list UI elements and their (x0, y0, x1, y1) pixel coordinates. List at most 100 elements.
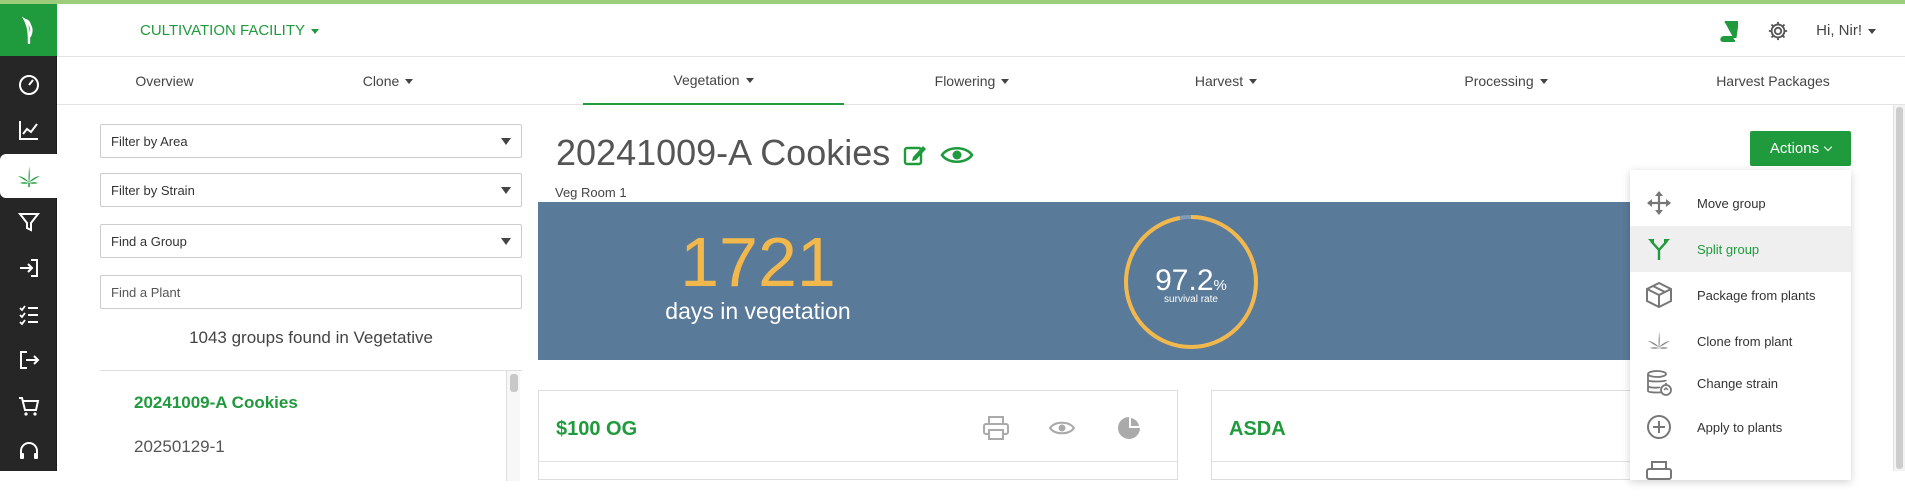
tab-overview[interactable]: Overview (57, 57, 272, 105)
split-icon (1644, 234, 1674, 264)
group-list-scrollbar[interactable] (506, 371, 520, 481)
page-scrollbar[interactable] (1893, 105, 1905, 471)
tab-harvest[interactable]: Harvest (1133, 57, 1319, 105)
edit-button[interactable] (902, 142, 928, 168)
survival-rate-label: survival rate (1164, 294, 1218, 305)
menu-item-move-group[interactable]: Move group (1630, 180, 1851, 226)
tab-label: Processing (1464, 73, 1534, 89)
tab-vegetation[interactable]: Vegetation (583, 57, 844, 105)
survival-number: 97.2 (1155, 264, 1214, 297)
checklist-icon (18, 305, 38, 326)
nav-transfers-out[interactable] (0, 338, 57, 382)
filter-area-select[interactable]: Filter by Area (100, 124, 522, 158)
printer-icon (1644, 458, 1674, 488)
page-title: 20241009-A Cookies (556, 132, 891, 173)
pie-chart-icon (1118, 416, 1141, 439)
survival-unit: % (1213, 277, 1227, 294)
page-scroll-thumb[interactable] (1896, 107, 1903, 469)
menu-item-more[interactable] (1630, 450, 1851, 496)
book-icon (1720, 20, 1739, 42)
menu-item-label: Split group (1697, 241, 1760, 257)
nav-reports[interactable] (0, 108, 57, 152)
group-list: 20241009-A Cookies 20250129-1 (100, 370, 522, 481)
card-chart-button[interactable] (1114, 413, 1144, 443)
scroll-thumb[interactable] (510, 374, 518, 392)
menu-item-clone-from-plant[interactable]: Clone from plant (1630, 318, 1851, 364)
cannabis-leaf-icon (1644, 326, 1674, 356)
cart-icon (18, 397, 39, 416)
title-actions (902, 142, 974, 168)
menu-item-split-group[interactable]: Split group (1630, 226, 1851, 272)
filter-strain-select[interactable]: Filter by Strain (100, 173, 522, 207)
funnel-icon (17, 213, 40, 232)
chevron-down-icon (1249, 78, 1258, 84)
nav-tasks[interactable] (0, 292, 57, 336)
sprout-logo-icon (21, 16, 33, 44)
print-button[interactable] (981, 413, 1011, 443)
select-value: Find a Group (111, 233, 187, 249)
list-item[interactable]: 20241009-A Cookies (134, 393, 298, 413)
tab-processing[interactable]: Processing (1393, 57, 1619, 105)
card-divider (539, 461, 1177, 462)
nav-dashboard[interactable] (0, 62, 57, 106)
package-icon (1644, 280, 1674, 310)
line-chart-icon (18, 121, 38, 140)
menu-item-apply-to-plants[interactable]: Apply to plants (1630, 404, 1851, 450)
nav-transfers-in[interactable] (0, 246, 57, 290)
icon-rail (0, 4, 57, 471)
tab-label: Harvest Packages (1716, 73, 1830, 89)
plus-circle-icon (1644, 412, 1674, 442)
input-placeholder: Find a Plant (111, 284, 181, 300)
menu-item-change-strain[interactable]: Change strain (1630, 360, 1851, 406)
settings-button[interactable] (1766, 19, 1790, 43)
strain-card: $100 OG (538, 390, 1178, 480)
gear-icon (1769, 21, 1788, 40)
database-icon (1644, 368, 1674, 398)
facility-label: CULTIVATION FACILITY (140, 22, 306, 39)
days-in-vegetation-label: days in vegetation (665, 298, 851, 324)
dropdown-arrow-icon (501, 187, 511, 194)
headset-icon (19, 442, 38, 459)
app-logo[interactable] (0, 4, 57, 56)
tab-harvest-packages[interactable]: Harvest Packages (1663, 57, 1883, 105)
facility-selector[interactable]: CULTIVATION FACILITY (140, 22, 320, 39)
days-in-vegetation-value: 1721 (680, 223, 836, 301)
watch-button[interactable] (940, 144, 974, 166)
user-menu[interactable]: Hi, Nir! (1816, 22, 1876, 39)
list-item[interactable]: 20250129-1 (134, 437, 225, 457)
nav-processing[interactable] (0, 200, 57, 244)
actions-dropdown-menu: Move group Split group Package from plan… (1630, 170, 1851, 480)
section-tabs: Overview Clone Vegetation Flowering Harv… (57, 57, 1905, 105)
menu-item-label: Package from plants (1697, 287, 1816, 303)
tab-flowering[interactable]: Flowering (869, 57, 1075, 105)
actions-button-label: Actions (1769, 140, 1820, 157)
actions-button[interactable]: Actions (1750, 131, 1851, 166)
menu-item-label: Move group (1697, 195, 1766, 211)
card-title: $100 OG (556, 418, 638, 440)
chevron-down-icon (745, 77, 754, 83)
nav-support[interactable] (0, 430, 57, 474)
chevron-down-icon (311, 28, 320, 34)
menu-item-package-from-plants[interactable]: Package from plants (1630, 272, 1851, 318)
select-value: Filter by Area (111, 133, 188, 149)
chevron-down-icon (405, 78, 414, 84)
speedometer-icon (18, 75, 39, 95)
chevron-down-icon (1823, 142, 1833, 151)
tab-label: Clone (362, 73, 400, 89)
find-plant-input[interactable]: Find a Plant (100, 275, 522, 309)
eye-icon (1049, 421, 1075, 435)
nav-cultivation[interactable] (0, 154, 57, 198)
menu-item-label: Change strain (1697, 375, 1778, 391)
nav-sales[interactable] (0, 384, 57, 428)
help-book-button[interactable] (1716, 19, 1740, 43)
top-header: CULTIVATION FACILITY Hi, Nir! (57, 4, 1905, 57)
card-watch-button[interactable] (1047, 413, 1077, 443)
chevron-down-icon (1539, 78, 1548, 84)
survival-rate-value: 97.2% (1121, 264, 1261, 298)
tab-label: Overview (135, 73, 194, 89)
user-greeting: Hi, Nir! (1816, 22, 1862, 39)
tab-label: Vegetation (673, 72, 740, 88)
edit-icon (903, 146, 926, 166)
tab-clone[interactable]: Clone (295, 57, 481, 105)
find-group-select[interactable]: Find a Group (100, 224, 522, 258)
